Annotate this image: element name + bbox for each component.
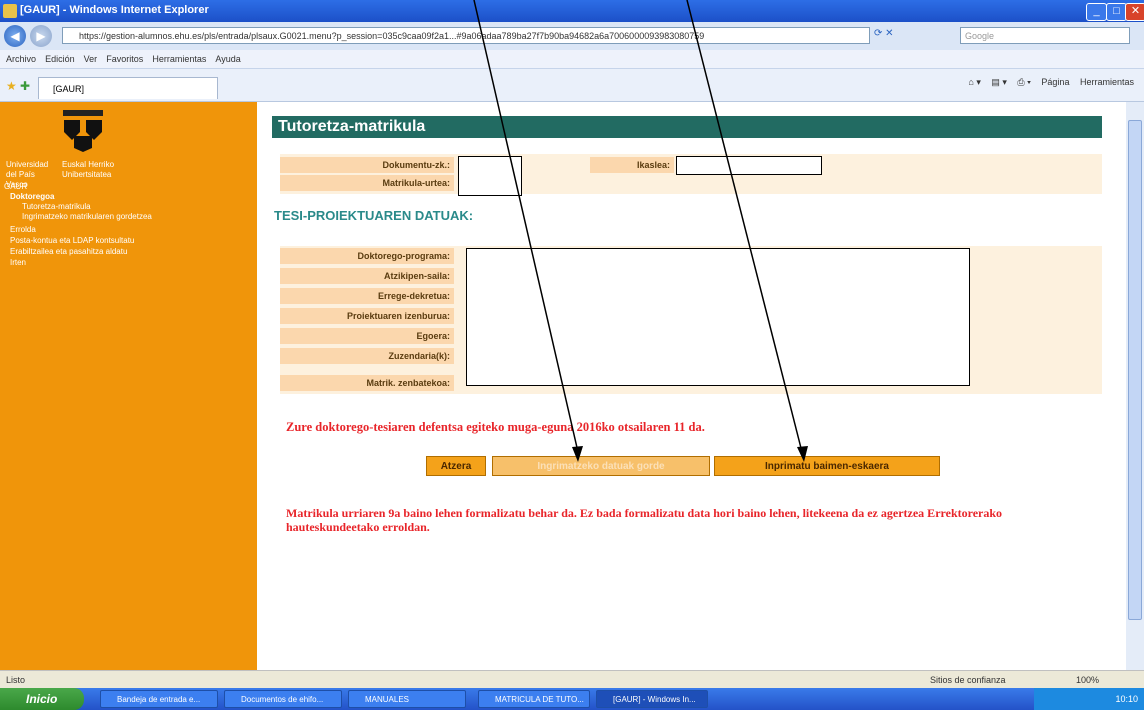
annotation-arrows — [473, 0, 808, 462]
zoom-level[interactable]: 100% — [1076, 671, 1099, 689]
taskbar-item-documents[interactable]: Documentos de ehifo... — [224, 690, 342, 708]
status-text: Listo — [6, 675, 26, 685]
scrollbar-thumb[interactable] — [1128, 120, 1142, 620]
taskbar: Inicio Bandeja de entrada e... Documento… — [0, 688, 1144, 710]
vertical-scrollbar[interactable] — [1126, 102, 1144, 670]
arrow-head-save — [572, 446, 583, 462]
taskbar-item-inbox[interactable]: Bandeja de entrada e... — [100, 690, 218, 708]
system-tray: 10:10 — [1034, 688, 1144, 710]
arrow-to-save-button — [473, 0, 579, 453]
status-bar: Listo Sitios de confianza 100% — [0, 670, 1144, 689]
taskbar-item-manuales[interactable]: MANUALES — [348, 690, 466, 708]
clock: 10:10 — [1115, 694, 1138, 704]
arrow-to-print-button — [686, 0, 803, 453]
taskbar-item-matricula[interactable]: MATRICULA DE TUTO... — [478, 690, 590, 708]
taskbar-item-gaur[interactable]: [GAUR] - Windows In... — [596, 690, 708, 708]
start-button[interactable]: Inicio — [0, 688, 84, 710]
arrow-head-print — [797, 446, 808, 462]
security-zone: Sitios de confianza — [930, 675, 1006, 685]
